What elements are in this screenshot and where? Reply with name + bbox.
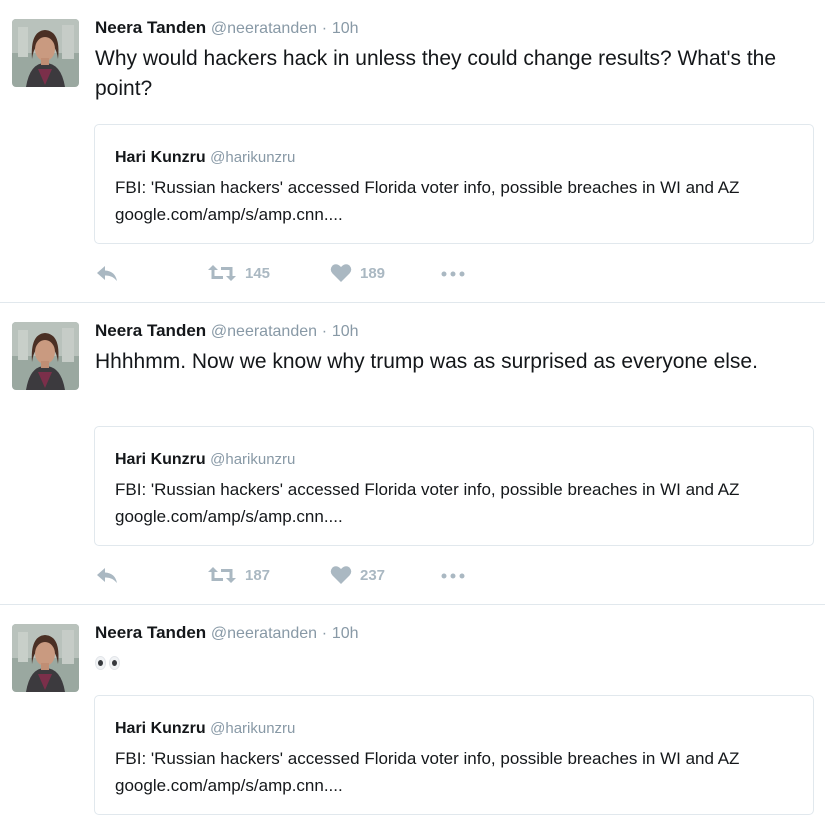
timestamp[interactable]: 10h bbox=[332, 20, 359, 37]
author-handle[interactable]: @neeratanden bbox=[211, 625, 317, 642]
like-count: 189 bbox=[360, 264, 386, 282]
like-icon bbox=[330, 565, 352, 585]
tweet[interactable]: Neera Tanden @neeratanden · 10h Hari Kun… bbox=[0, 605, 825, 827]
retweet-count: 187 bbox=[245, 566, 271, 584]
quoted-tweet[interactable]: Hari Kunzru @harikunzru FBI: 'Russian ha… bbox=[94, 695, 814, 815]
quoted-tweet[interactable]: Hari Kunzru @harikunzru FBI: 'Russian ha… bbox=[94, 124, 814, 244]
separator: · bbox=[321, 625, 328, 642]
tweet-header: Neera Tanden @neeratanden · 10h bbox=[95, 17, 359, 40]
avatar[interactable] bbox=[12, 19, 79, 87]
quoted-tweet-text: FBI: 'Russian hackers' accessed Florida … bbox=[115, 178, 740, 224]
eyes-emoji-icon bbox=[95, 656, 120, 670]
eye-left bbox=[95, 656, 106, 670]
tweet-header: Neera Tanden @neeratanden · 10h bbox=[95, 622, 359, 645]
timestamp[interactable]: 10h bbox=[332, 625, 359, 642]
quoted-author-handle: @harikunzru bbox=[210, 720, 296, 737]
quoted-tweet-text: FBI: 'Russian hackers' accessed Florida … bbox=[115, 480, 740, 526]
quoted-author-name: Hari Kunzru bbox=[115, 720, 206, 737]
reply-icon bbox=[95, 565, 119, 585]
tweet-header: Neera Tanden @neeratanden · 10h bbox=[95, 320, 359, 343]
more-button[interactable] bbox=[440, 261, 466, 285]
reply-icon bbox=[95, 263, 119, 283]
author-name[interactable]: Neera Tanden bbox=[95, 623, 206, 642]
quoted-author-handle: @harikunzru bbox=[210, 149, 296, 166]
avatar[interactable] bbox=[12, 322, 79, 390]
tweet[interactable]: Neera Tanden @neeratanden · 10h Why woul… bbox=[0, 0, 825, 303]
more-icon bbox=[440, 263, 466, 283]
retweet-button[interactable]: 145 bbox=[207, 261, 270, 285]
author-name[interactable]: Neera Tanden bbox=[95, 321, 206, 340]
reply-button[interactable] bbox=[95, 563, 119, 587]
quoted-tweet-header: Hari Kunzru @harikunzru bbox=[115, 719, 295, 739]
like-count: 237 bbox=[360, 566, 386, 584]
tweet-actions: 145 189 bbox=[95, 261, 495, 285]
author-handle[interactable]: @neeratanden bbox=[211, 323, 317, 340]
quoted-tweet-header: Hari Kunzru @harikunzru bbox=[115, 148, 295, 168]
author-name[interactable]: Neera Tanden bbox=[95, 18, 206, 37]
more-button[interactable] bbox=[440, 563, 466, 587]
like-button[interactable]: 237 bbox=[330, 563, 385, 587]
quoted-author-handle: @harikunzru bbox=[210, 451, 296, 468]
tweet[interactable]: Neera Tanden @neeratanden · 10h Hhhhmm. … bbox=[0, 303, 825, 605]
like-icon bbox=[330, 263, 352, 283]
tweet-text: Hhhhmm. Now we know why trump was as sur… bbox=[95, 350, 758, 373]
retweet-count: 145 bbox=[245, 264, 271, 282]
tweet-actions: 187 237 bbox=[95, 563, 495, 587]
eye-right bbox=[109, 656, 120, 670]
retweet-icon bbox=[207, 565, 237, 585]
separator: · bbox=[321, 20, 328, 37]
author-handle[interactable]: @neeratanden bbox=[211, 20, 317, 37]
retweet-icon bbox=[207, 263, 237, 283]
quoted-tweet-text: FBI: 'Russian hackers' accessed Florida … bbox=[115, 749, 740, 795]
timestamp[interactable]: 10h bbox=[332, 323, 359, 340]
reply-button[interactable] bbox=[95, 261, 119, 285]
tweet-text: Why would hackers hack in unless they co… bbox=[95, 47, 777, 100]
like-button[interactable]: 189 bbox=[330, 261, 385, 285]
quoted-tweet[interactable]: Hari Kunzru @harikunzru FBI: 'Russian ha… bbox=[94, 426, 814, 546]
quoted-author-name: Hari Kunzru bbox=[115, 451, 206, 468]
tweet-text bbox=[95, 649, 815, 679]
quoted-author-name: Hari Kunzru bbox=[115, 149, 206, 166]
more-icon bbox=[440, 565, 466, 585]
quoted-tweet-header: Hari Kunzru @harikunzru bbox=[115, 450, 295, 470]
retweet-button[interactable]: 187 bbox=[207, 563, 270, 587]
avatar[interactable] bbox=[12, 624, 79, 692]
separator: · bbox=[321, 323, 328, 340]
